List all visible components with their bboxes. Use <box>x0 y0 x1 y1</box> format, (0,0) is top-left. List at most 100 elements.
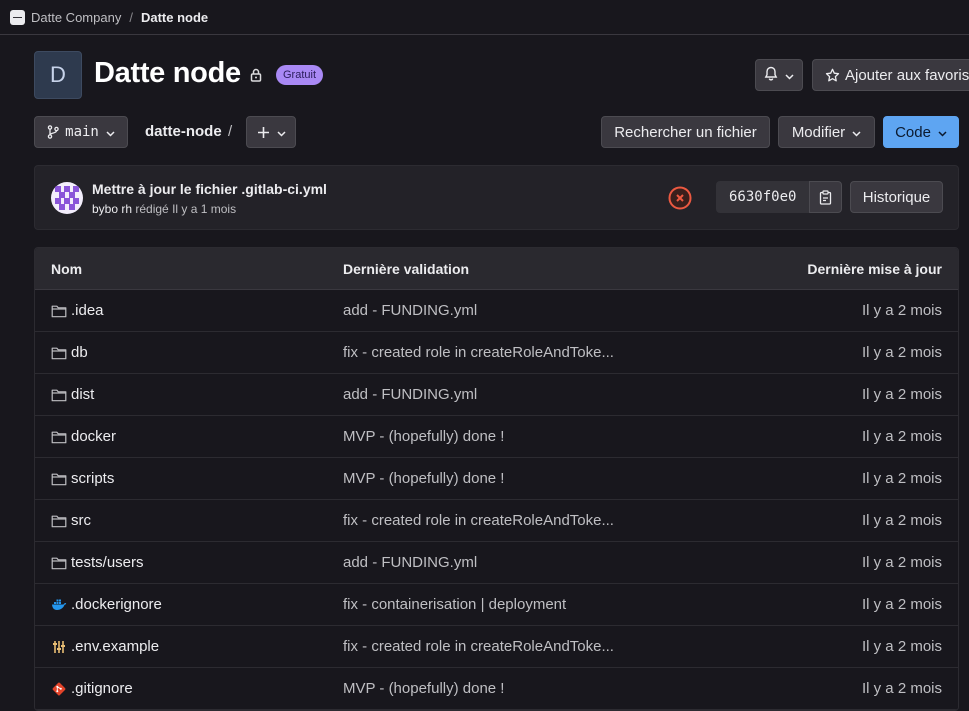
add-file-dropdown[interactable] <box>246 116 296 148</box>
last-commit-panel: Mettre à jour le fichier .gitlab-ci.yml … <box>34 165 959 230</box>
favorite-button[interactable]: Ajouter aux favoris <box>812 59 969 91</box>
file-link[interactable]: src <box>71 512 91 529</box>
file-link[interactable]: .gitignore <box>71 680 133 697</box>
file-link[interactable]: .env.example <box>71 638 159 655</box>
code-dropdown[interactable]: Code <box>883 116 959 148</box>
file-name-cell: docker <box>35 428 343 445</box>
commit-sha[interactable]: 6630f0e0 <box>716 181 810 213</box>
bell-icon <box>764 66 778 85</box>
breadcrumb-project[interactable]: Datte node <box>141 10 208 25</box>
author-avatar[interactable] <box>51 182 83 214</box>
commit-message-link[interactable]: fix - created role in createRoleAndToke.… <box>343 512 763 529</box>
folder-icon <box>51 387 67 403</box>
clipboard-icon <box>819 189 832 205</box>
folder-icon <box>51 513 67 529</box>
table-row[interactable]: .idea add - FUNDING.yml Il y a 2 mois <box>35 290 958 332</box>
file-link[interactable]: dist <box>71 386 94 403</box>
last-updated: Il y a 2 mois <box>861 302 942 319</box>
breadcrumb: Datte Company / Datte node <box>0 0 969 35</box>
code-label: Code <box>895 123 931 141</box>
group-logo-icon[interactable] <box>10 9 25 25</box>
folder-icon <box>51 303 67 319</box>
file-name-cell: db <box>35 344 343 361</box>
commit-message-link[interactable]: MVP - (hopefully) done ! <box>343 428 763 445</box>
breadcrumb-group[interactable]: Datte Company <box>31 10 121 25</box>
history-button[interactable]: Historique <box>850 181 943 213</box>
chevron-down-icon <box>106 124 115 141</box>
last-updated: Il y a 2 mois <box>861 554 942 571</box>
commit-message-link[interactable]: add - FUNDING.yml <box>343 554 763 571</box>
table-row[interactable]: .dockerignore fix - containerisation | de… <box>35 584 958 626</box>
file-name-cell: tests/users <box>35 554 343 571</box>
commit-sha-group: 6630f0e0 <box>716 181 843 213</box>
branch-icon <box>47 125 59 139</box>
commit-message-link[interactable]: fix - created role in createRoleAndToke.… <box>343 638 763 655</box>
repo-path[interactable]: datte-node <box>145 123 222 140</box>
breadcrumb-separator: / <box>129 9 133 25</box>
file-link[interactable]: docker <box>71 428 116 445</box>
plus-icon <box>257 126 270 139</box>
chevron-down-icon <box>852 124 861 141</box>
table-row[interactable]: db fix - created role in createRoleAndTok… <box>35 332 958 374</box>
git-icon <box>51 681 67 697</box>
commit-message-link[interactable]: fix - created role in createRoleAndToke.… <box>343 344 763 361</box>
folder-icon <box>51 471 67 487</box>
table-row[interactable]: .gitignore MVP - (hopefully) done ! Il y a… <box>35 668 958 710</box>
commit-message-link[interactable]: fix - containerisation | deployment <box>343 596 763 613</box>
chevron-down-icon <box>276 124 286 141</box>
column-header-date: Dernière mise à jour <box>807 260 942 277</box>
file-name-cell: scripts <box>35 470 343 487</box>
column-header-name: Nom <box>51 260 83 277</box>
commit-author[interactable]: bybo rh <box>92 202 132 216</box>
table-row[interactable]: src fix - created role in createRoleAndTo… <box>35 500 958 542</box>
commit-title[interactable]: Mettre à jour le fichier .gitlab-ci.yml <box>92 181 327 197</box>
page-title: Datte node <box>94 57 241 89</box>
folder-icon <box>51 429 67 445</box>
commit-message-link[interactable]: add - FUNDING.yml <box>343 302 763 319</box>
file-link[interactable]: .dockerignore <box>71 596 162 613</box>
file-link[interactable]: .idea <box>71 302 104 319</box>
table-row[interactable]: docker MVP - (hopefully) done ! Il y a 2 m… <box>35 416 958 458</box>
settings-sliders-icon <box>51 639 67 655</box>
chevron-down-icon <box>938 124 947 141</box>
file-link[interactable]: scripts <box>71 470 114 487</box>
favorite-label: Ajouter aux favoris <box>845 66 969 84</box>
last-updated: Il y a 2 mois <box>861 470 942 487</box>
file-name-cell: src <box>35 512 343 529</box>
column-header-commit: Dernière validation <box>343 260 470 277</box>
find-file-button[interactable]: Rechercher un fichier <box>601 116 770 148</box>
table-row[interactable]: scripts MVP - (hopefully) done ! Il y a 2 … <box>35 458 958 500</box>
folder-icon <box>51 345 67 361</box>
commit-message-link[interactable]: MVP - (hopefully) done ! <box>343 470 763 487</box>
file-link[interactable]: tests/users <box>71 554 144 571</box>
lock-icon <box>250 68 262 87</box>
last-updated: Il y a 2 mois <box>861 638 942 655</box>
table-row[interactable]: tests/users add - FUNDING.yml Il y a 2 moi… <box>35 542 958 584</box>
notifications-button[interactable] <box>755 59 803 91</box>
table-row[interactable]: .env.example fix - created role in create… <box>35 626 958 668</box>
edit-dropdown[interactable]: Modifier <box>778 116 875 148</box>
pipeline-failed-icon[interactable] <box>668 186 692 215</box>
branch-selector[interactable]: main <box>34 116 128 148</box>
last-updated: Il y a 2 mois <box>861 344 942 361</box>
copy-sha-button[interactable] <box>809 181 843 213</box>
plan-badge: Gratuit <box>276 65 324 85</box>
branch-name: main <box>65 124 99 140</box>
path-separator: / <box>228 123 233 140</box>
table-row[interactable]: dist add - FUNDING.yml Il y a 2 mois <box>35 374 958 416</box>
file-name-cell: .dockerignore <box>35 596 343 613</box>
last-updated: Il y a 2 mois <box>861 428 942 445</box>
commit-message-link[interactable]: MVP - (hopefully) done ! <box>343 680 763 697</box>
commit-time: rédigé Il y a 1 mois <box>135 202 237 216</box>
edit-label: Modifier <box>791 123 846 141</box>
file-name-cell: .idea <box>35 302 343 319</box>
commit-message-link[interactable]: add - FUNDING.yml <box>343 386 763 403</box>
project-avatar[interactable]: D <box>34 51 82 99</box>
folder-icon <box>51 555 67 571</box>
file-link[interactable]: db <box>71 344 88 361</box>
table-header: Nom Dernière validation Dernière mise à … <box>35 248 958 290</box>
file-name-cell: .gitignore <box>35 680 343 697</box>
last-updated: Il y a 2 mois <box>861 680 942 697</box>
file-tree-table: Nom Dernière validation Dernière mise à … <box>34 247 959 711</box>
last-updated: Il y a 2 mois <box>861 596 942 613</box>
